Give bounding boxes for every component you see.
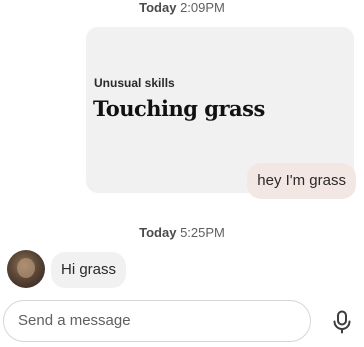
incoming-message-bubble[interactable]: Hi grass — [51, 252, 127, 288]
timestamp-day: Today — [139, 225, 177, 240]
timestamp-time: 2:09PM — [180, 0, 225, 15]
card-eyebrow: Unusual skills — [94, 76, 175, 90]
outgoing-message-bubble[interactable]: hey I'm grass — [247, 163, 356, 199]
chat-screen: Today 2:09PM Unusual skills Touching gra… — [0, 0, 364, 347]
avatar[interactable] — [7, 250, 45, 288]
message-input-placeholder: Send a message — [18, 312, 131, 329]
message-input[interactable]: Send a message — [3, 300, 311, 342]
voice-message-button[interactable] — [322, 302, 362, 342]
card-title: Touching grass — [93, 96, 265, 121]
timestamp-header: Today 2:09PM — [0, 0, 364, 15]
timestamp-time: 5:25PM — [180, 225, 225, 240]
microphone-icon — [333, 310, 351, 334]
timestamp-header: Today 5:25PM — [0, 225, 364, 240]
timestamp-day: Today — [139, 0, 177, 15]
